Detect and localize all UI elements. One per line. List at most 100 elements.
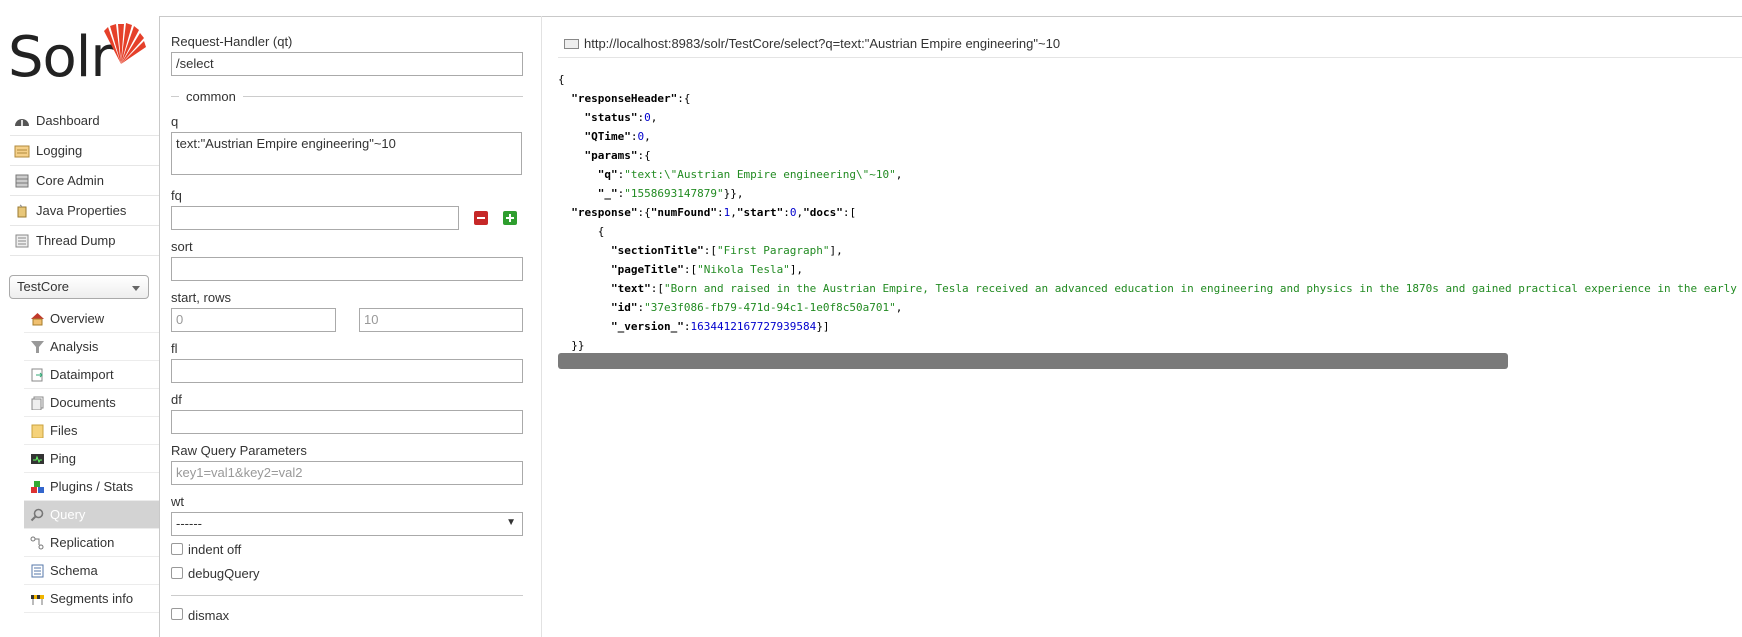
nav-label: Thread Dump xyxy=(36,232,116,248)
indent-checkbox[interactable] xyxy=(171,543,183,555)
nav-label: Dataimport xyxy=(50,366,114,382)
nav-thread-dump[interactable]: Thread Dump xyxy=(10,226,160,256)
wt-select[interactable]: ------ ▼ xyxy=(171,512,523,536)
logging-icon xyxy=(14,145,30,157)
core-nav-replication[interactable]: Replication xyxy=(24,529,160,557)
nav-label: Dashboard xyxy=(36,112,100,128)
search-icon xyxy=(30,508,44,521)
nav-label: Plugins / Stats xyxy=(50,478,134,494)
folder-icon xyxy=(31,424,44,438)
nav-label: Query xyxy=(50,506,86,522)
replication-icon xyxy=(30,536,44,549)
result-url[interactable]: http://localhost:8983/solr/TestCore/sele… xyxy=(584,36,1060,51)
sort-label: sort xyxy=(171,239,193,254)
solr-sun-icon xyxy=(104,23,146,64)
start-value: 0 xyxy=(789,206,797,219)
q-textarea[interactable]: text:"Austrian Empire engineering"~10 xyxy=(171,132,522,175)
core-admin-icon xyxy=(15,174,29,187)
dismax-checkbox[interactable] xyxy=(171,608,183,620)
fl-label: fl xyxy=(171,341,178,356)
add-fq-button[interactable] xyxy=(503,211,517,225)
form-divider xyxy=(541,16,542,637)
core-nav-files[interactable]: Files xyxy=(24,417,160,445)
remove-fq-button[interactable] xyxy=(474,211,488,225)
core-nav-schema[interactable]: Schema xyxy=(24,557,160,585)
link-icon xyxy=(564,39,579,49)
core-nav-segments[interactable]: Segments info xyxy=(24,585,160,613)
json-response: { "responseHeader":{ "status":0, "QTime"… xyxy=(558,70,1742,355)
nav-core-admin[interactable]: Core Admin xyxy=(10,166,160,196)
fl-input[interactable] xyxy=(171,359,523,383)
result-url-bar[interactable]: http://localhost:8983/solr/TestCore/sele… xyxy=(558,30,1742,58)
fq-input[interactable] xyxy=(171,206,459,230)
df-input[interactable] xyxy=(171,410,523,434)
raw-params-label: Raw Query Parameters xyxy=(171,443,307,458)
text-value: "Born and raised in the Austrian Empire,… xyxy=(663,282,1742,295)
section-title-value: "First Paragraph" xyxy=(716,244,830,257)
solr-logo[interactable]: Solr xyxy=(8,14,146,86)
core-nav-plugins[interactable]: Plugins / Stats xyxy=(24,473,160,501)
numfound-value: 1 xyxy=(723,206,731,219)
horizontal-scrollbar[interactable] xyxy=(558,353,1508,369)
home-icon xyxy=(31,312,44,325)
core-nav-dataimport[interactable]: Dataimport xyxy=(24,361,160,389)
documents-icon xyxy=(31,396,44,410)
nav-label: Core Admin xyxy=(36,172,104,188)
nav-label: Analysis xyxy=(50,338,99,354)
chevron-down-icon xyxy=(132,286,140,291)
header-divider xyxy=(160,16,1742,17)
ping-icon xyxy=(31,453,44,464)
q-label: q xyxy=(171,114,179,129)
nav-label: Java Properties xyxy=(36,202,127,218)
nav-label: Logging xyxy=(36,142,83,158)
main-nav: Dashboard Logging Core Admin Java Proper… xyxy=(10,106,160,256)
status-value: 0 xyxy=(644,111,651,124)
nav-logging[interactable]: Logging xyxy=(10,136,160,166)
core-nav-documents[interactable]: Documents xyxy=(24,389,160,417)
qtime-value: 0 xyxy=(637,130,645,143)
funnel-icon xyxy=(31,340,44,353)
nav-label: Documents xyxy=(50,394,116,410)
id-value: "37e3f086-fb79-471d-94c1-1e0f8c50a701" xyxy=(644,301,896,314)
thread-dump-icon xyxy=(15,234,29,247)
dismax-label: dismax xyxy=(188,608,230,623)
nav-java-properties[interactable]: Java Properties xyxy=(10,196,160,226)
version-value: 1634412167727939584 xyxy=(690,320,817,333)
core-selector[interactable]: TestCore xyxy=(9,275,149,299)
core-nav: Overview Analysis Dataimport Documents F… xyxy=(24,305,160,613)
rows-input[interactable]: 10 xyxy=(359,308,523,332)
raw-params-input[interactable]: key1=val1&key2=val2 xyxy=(171,461,523,485)
nav-label: Files xyxy=(50,422,78,438)
fieldset-line xyxy=(171,595,523,596)
param-q-value: "text:\"Austrian Empire engineering\"~10… xyxy=(624,168,896,181)
nav-dashboard[interactable]: Dashboard xyxy=(10,106,160,136)
sidebar: Solr Dashboard Logging Core Admin Java P… xyxy=(0,0,160,637)
qt-input[interactable]: /select xyxy=(171,52,523,76)
qt-label: Request-Handler (qt) xyxy=(171,34,293,49)
page-title-value: "Nikola Tesla" xyxy=(697,263,790,276)
debug-query-checkbox[interactable] xyxy=(171,567,183,579)
segments-icon xyxy=(31,594,44,605)
nav-label: Overview xyxy=(50,310,105,326)
core-nav-ping[interactable]: Ping xyxy=(24,445,160,473)
core-nav-analysis[interactable]: Analysis xyxy=(24,333,160,361)
param-underscore-value: "1558693147879" xyxy=(624,187,724,200)
chevron-down-icon: ▼ xyxy=(506,517,516,528)
fieldset-line xyxy=(171,96,179,97)
core-nav-overview[interactable]: Overview xyxy=(24,305,160,333)
start-rows-label: start, rows xyxy=(171,290,231,305)
fieldset-line xyxy=(243,96,523,97)
start-input[interactable]: 0 xyxy=(171,308,336,332)
minus-icon xyxy=(477,217,485,219)
java-icon xyxy=(17,204,27,217)
sort-input[interactable] xyxy=(171,257,523,281)
debug-query-label: debugQuery xyxy=(188,566,260,581)
wt-select-value: ------ xyxy=(176,516,202,531)
indent-label: indent off xyxy=(188,542,242,557)
nav-label: Replication xyxy=(50,534,115,550)
plugins-icon xyxy=(31,480,44,493)
core-nav-query[interactable]: Query xyxy=(24,501,160,529)
dashboard-icon xyxy=(15,118,29,126)
schema-icon xyxy=(31,564,44,577)
wt-label: wt xyxy=(171,494,184,509)
